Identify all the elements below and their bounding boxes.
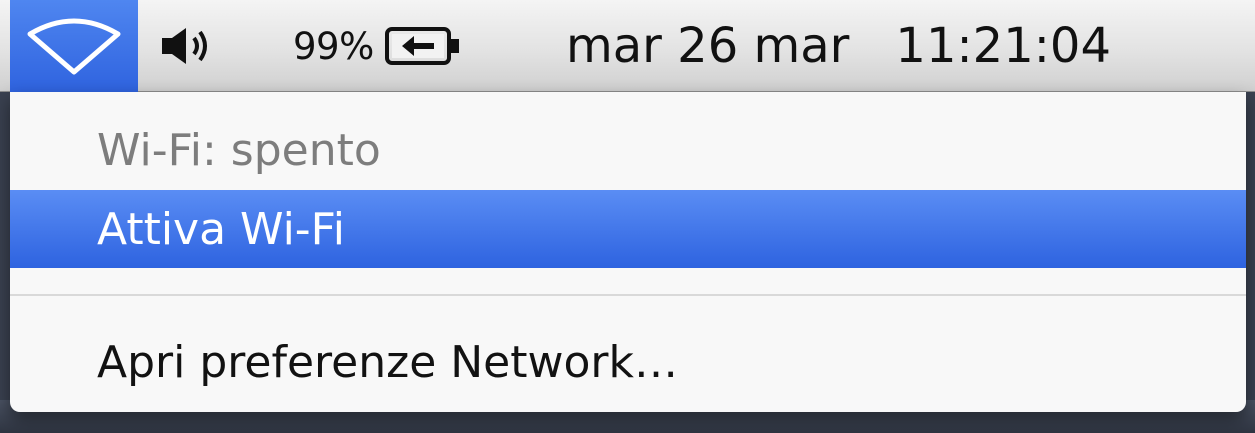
menu-separator [10,294,1246,296]
wifi-menu-extra[interactable] [10,0,138,92]
wifi-icon [27,18,121,75]
volume-menu-extra[interactable] [155,0,225,92]
wifi-dropdown-menu: Wi-Fi: spento Attiva Wi-Fi Apri preferen… [10,92,1246,412]
clock-menu-extra[interactable]: mar 26 mar 11:21:04 [566,0,1246,92]
battery-percentage: 99% [293,24,374,68]
menu-bar: 99% mar 26 mar 11:21:04 [0,0,1255,92]
turn-wifi-on-menu-item[interactable]: Attiva Wi-Fi [10,190,1246,268]
battery-menu-extra[interactable]: 99% [293,0,528,92]
speaker-volume-icon [162,28,207,64]
battery-charging-icon [384,27,459,65]
clock-time: 11:21:04 [895,18,1111,74]
clock-date: mar 26 mar [566,18,850,74]
open-network-preferences-menu-item[interactable]: Apri preferenze Network… [10,320,1246,404]
wifi-status-label: Wi-Fi: spento [97,124,381,176]
